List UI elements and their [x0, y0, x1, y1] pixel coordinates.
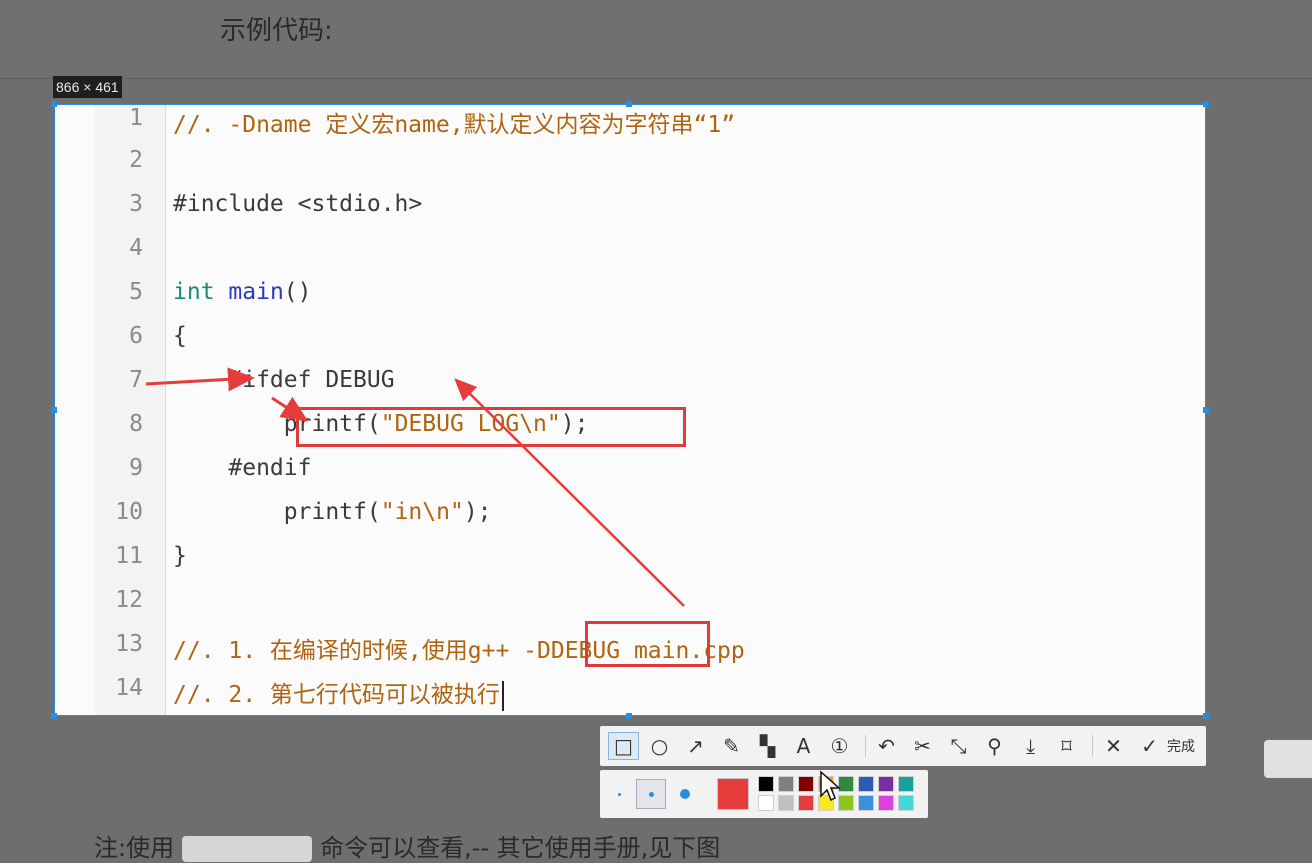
- arrow-to-printf: [271, 396, 309, 422]
- pen-size-large[interactable]: [670, 779, 700, 809]
- toolbar-separator: [865, 735, 866, 757]
- small-dot-icon: [617, 792, 621, 796]
- cancel-button[interactable]: ✕: [1098, 732, 1129, 760]
- bookmark-button[interactable]: ⌑: [1051, 732, 1082, 760]
- color-swatch[interactable]: [898, 795, 914, 811]
- color-palette: [600, 770, 928, 818]
- rectangle-tool-button[interactable]: □: [608, 732, 639, 760]
- arrow-to-ifdef: [145, 367, 255, 392]
- ellipse-tool-button[interactable]: ○: [644, 732, 675, 760]
- color-swatch[interactable]: [878, 776, 894, 792]
- medium-dot-icon: [648, 791, 654, 797]
- color-swatch[interactable]: [758, 776, 774, 792]
- color-swatch[interactable]: [798, 776, 814, 792]
- annotation-arrows: [145, 367, 685, 607]
- arrow-to-debug: [454, 378, 685, 607]
- color-swatch[interactable]: [858, 776, 874, 792]
- pen-tool-button[interactable]: ✎: [716, 732, 747, 760]
- color-swatch[interactable]: [878, 795, 894, 811]
- pen-size-medium[interactable]: [636, 779, 666, 809]
- color-swatch[interactable]: [798, 795, 814, 811]
- pen-size-small[interactable]: [604, 779, 634, 809]
- large-dot-icon: [680, 789, 690, 799]
- cut-button[interactable]: ✂: [907, 732, 938, 760]
- number-marker-button[interactable]: ①: [824, 732, 855, 760]
- color-swatch[interactable]: [858, 795, 874, 811]
- text-tool-button[interactable]: A: [788, 732, 819, 760]
- color-swatch[interactable]: [778, 776, 794, 792]
- scroll-capture-button[interactable]: ⤡: [943, 732, 974, 760]
- arrow-tool-button[interactable]: ↗: [680, 732, 711, 760]
- done-button[interactable]: 完成: [1167, 736, 1195, 756]
- color-swatch[interactable]: [778, 795, 794, 811]
- color-swatch[interactable]: [898, 776, 914, 792]
- undo-button[interactable]: ↶: [871, 732, 902, 760]
- done-check-icon[interactable]: ✓: [1134, 732, 1165, 760]
- color-swatch[interactable]: [758, 795, 774, 811]
- pin-button[interactable]: ⚲: [979, 732, 1010, 760]
- mosaic-tool-button[interactable]: ▚: [752, 732, 783, 760]
- mouse-pointer-icon: [820, 770, 841, 802]
- current-color-swatch[interactable]: [717, 778, 749, 810]
- toolbar-separator: [1092, 735, 1093, 757]
- download-button[interactable]: ⤓: [1015, 732, 1046, 760]
- annotation-toolbar: □ ○ ↗ ✎ ▚ A ① ↶ ✂ ⤡ ⚲ ⤓ ⌑ ✕ ✓ 完成: [600, 726, 1206, 766]
